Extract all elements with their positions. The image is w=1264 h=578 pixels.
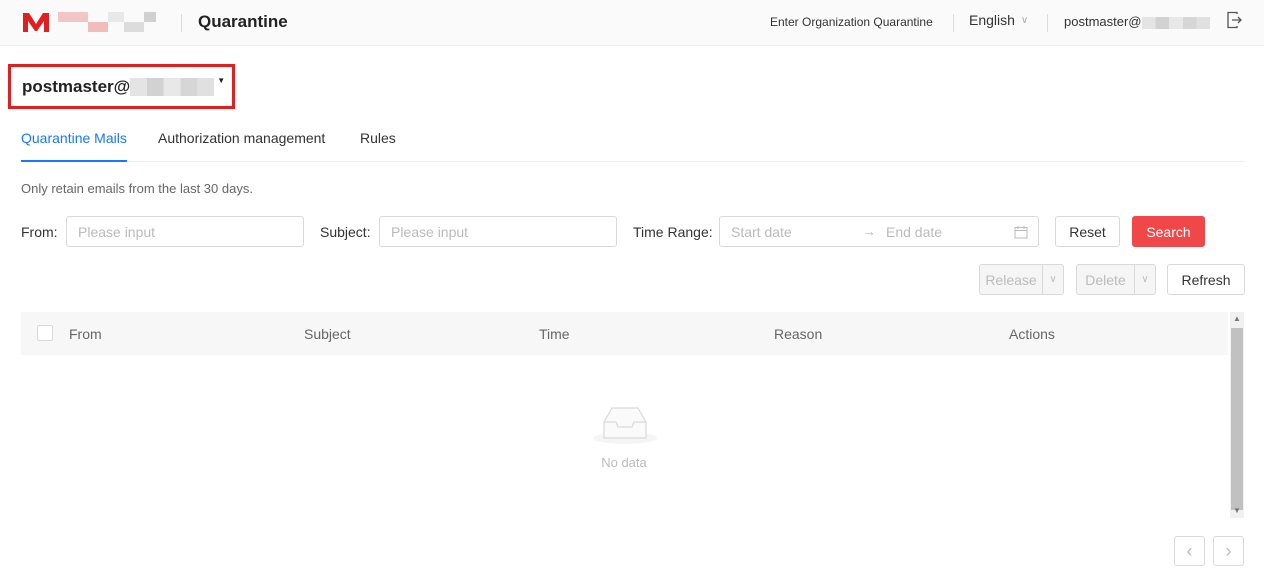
account-selector[interactable]: postmaster@ ▼: [8, 64, 235, 109]
tab-authorization-management[interactable]: Authorization management: [158, 130, 325, 146]
delete-split-button[interactable]: Delete ∨: [1076, 264, 1156, 295]
table-scrollbar[interactable]: ▲ ▼: [1230, 312, 1244, 518]
retention-note: Only retain emails from the last 30 days…: [21, 181, 253, 196]
scrollbar-thumb[interactable]: [1231, 328, 1243, 510]
table-header: From Subject Time Reason Actions: [21, 312, 1228, 355]
language-selector[interactable]: English ∨: [969, 12, 1028, 28]
empty-inbox-icon: [593, 407, 657, 444]
header-divider: [1047, 14, 1048, 32]
org-quarantine-link[interactable]: Enter Organization Quarantine: [770, 15, 933, 29]
chevron-down-icon: ∨: [1020, 14, 1029, 26]
logout-icon[interactable]: [1226, 11, 1242, 29]
search-button[interactable]: Search: [1132, 216, 1205, 247]
release-split-button[interactable]: Release ∨: [979, 264, 1064, 295]
column-header-from[interactable]: From: [69, 326, 102, 342]
scroll-down-icon[interactable]: ▼: [1230, 504, 1244, 518]
select-all-checkbox[interactable]: [37, 325, 53, 341]
scroll-up-icon[interactable]: ▲: [1230, 312, 1244, 326]
prev-page-button[interactable]: ‹: [1174, 536, 1205, 566]
subject-label: Subject:: [320, 224, 371, 240]
user-account[interactable]: postmaster@: [1064, 14, 1210, 29]
redacted-domain: [130, 77, 215, 96]
account-label: postmaster@: [22, 76, 131, 96]
end-date-input[interactable]: End date: [886, 224, 942, 240]
start-date-input[interactable]: Start date: [731, 224, 792, 240]
header-divider: [953, 14, 954, 32]
release-dropdown-icon[interactable]: ∨: [1043, 265, 1063, 294]
top-header: Quarantine Enter Organization Quarantine…: [0, 0, 1264, 46]
subject-input[interactable]: [379, 216, 617, 247]
language-label: English: [969, 12, 1015, 28]
time-range-picker[interactable]: Start date → End date: [719, 216, 1039, 247]
time-range-label: Time Range:: [633, 224, 713, 240]
calendar-icon: [1014, 226, 1028, 239]
delete-dropdown-icon[interactable]: ∨: [1135, 265, 1155, 294]
from-input[interactable]: [66, 216, 304, 247]
empty-state-text: No data: [601, 455, 647, 470]
page-title: Quarantine: [198, 12, 288, 31]
caret-down-icon: ▼: [217, 76, 226, 85]
column-header-reason[interactable]: Reason: [774, 326, 822, 342]
header-divider: [181, 14, 182, 32]
brand-name-redacted: [58, 12, 168, 32]
chevron-right-icon: ›: [1225, 540, 1232, 561]
column-header-subject[interactable]: Subject: [304, 326, 351, 342]
user-email-label: postmaster@: [1064, 14, 1142, 29]
chevron-left-icon: ‹: [1186, 540, 1193, 561]
column-header-actions: Actions: [1009, 326, 1055, 342]
tab-bar: Quarantine Mails Authorization managemen…: [21, 120, 1245, 162]
column-header-time[interactable]: Time: [539, 326, 570, 342]
release-button[interactable]: Release: [980, 265, 1043, 294]
tab-quarantine-mails[interactable]: Quarantine Mails: [21, 130, 127, 146]
redacted-domain: [1141, 16, 1210, 29]
reset-button[interactable]: Reset: [1055, 216, 1120, 247]
refresh-button[interactable]: Refresh: [1167, 264, 1245, 295]
active-tab-indicator: [21, 160, 127, 162]
mail-logo-icon: [23, 13, 49, 32]
arrow-right-icon: →: [862, 223, 876, 239]
tab-rules[interactable]: Rules: [360, 130, 396, 146]
from-label: From:: [21, 224, 58, 240]
delete-button[interactable]: Delete: [1077, 265, 1135, 294]
next-page-button[interactable]: ›: [1213, 536, 1244, 566]
